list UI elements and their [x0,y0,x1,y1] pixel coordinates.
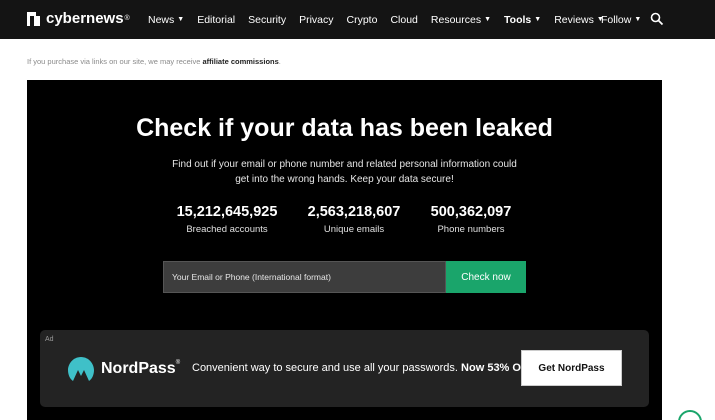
email-phone-input[interactable]: Your Email or Phone (International forma… [163,261,446,293]
stat-unique-emails: 2,563,218,607 Unique emails [289,204,419,235]
affiliate-prefix: If you purchase via links on our site, w… [27,57,203,66]
search-icon[interactable] [650,12,664,26]
nav-item-label: Tools [504,13,532,26]
stat-value: 15,212,645,925 [176,204,278,220]
ad-text: Convenient way to secure and use all you… [192,362,538,374]
nav-item-label: Editorial [197,13,236,26]
nav-item-resources[interactable]: Resources ▼ [431,14,491,26]
top-navbar: cybernews ® News ▼ Editorial Security Privac… [0,0,715,39]
nav-item-crypto[interactable]: Crypto [347,14,378,26]
input-placeholder: Your Email or Phone (International forma… [172,272,331,282]
nordpass-ad-banner[interactable]: Ad NordPass® Convenient way to secure an… [40,330,649,407]
nav-item-reviews[interactable]: Reviews ▼ [554,14,604,26]
nordpass-tm: ® [175,360,181,366]
nav-item-label: News [148,13,175,26]
main-nav: News ▼ Editorial Security Privacy Crypto Cloud… [148,0,617,39]
stat-label: Unique emails [323,224,385,235]
brand-name: cybernews [46,10,124,27]
nav-item-label: Crypto [346,13,378,26]
nav-item-label: Security [248,13,287,26]
nav-item-label: Resources [430,13,482,26]
follow-label: Follow [601,13,632,26]
nav-item-privacy[interactable]: Privacy [299,14,333,26]
affiliate-suffix: . [278,57,281,66]
nordpass-logo-icon [68,357,94,381]
nav-item-label: Cloud [390,13,418,26]
nav-item-label: Privacy [299,13,334,26]
stat-label: Breached accounts [186,224,268,235]
chevron-down-icon: ▼ [484,16,492,23]
cybernews-logo[interactable]: cybernews ® [27,10,130,27]
nav-item-tools[interactable]: Tools ▼ [504,14,541,26]
nav-item-news[interactable]: News ▼ [148,14,184,26]
affiliate-notice: If you purchase via links on our site, w… [27,57,281,66]
check-now-button[interactable]: Check now [446,261,526,293]
ad-label: Ad [45,336,54,343]
nav-item-editorial[interactable]: Editorial [197,14,235,26]
stat-value: 2,563,218,607 [307,204,401,220]
chevron-down-icon: ▼ [634,16,642,23]
stat-breached-accounts: 15,212,645,925 Breached accounts [162,204,292,235]
nav-item-cloud[interactable]: Cloud [390,14,417,26]
help-badge-icon[interactable] [678,410,702,420]
nordpass-brand-name: NordPass [101,360,176,377]
stat-label: Phone numbers [437,224,505,235]
nav-item-security[interactable]: Security [248,14,286,26]
stat-phone-numbers: 500,362,097 Phone numbers [406,204,536,235]
brand-reg: ® [124,15,130,22]
get-nordpass-button[interactable]: Get NordPass [521,350,622,386]
hero-title: Check if your data has been leaked [136,114,553,142]
hero-subtitle: Find out if your email or phone number a… [172,159,517,185]
chevron-down-icon: ▼ [534,16,542,23]
stat-value: 500,362,097 [430,204,512,220]
logo-mark-icon [27,11,40,26]
nordpass-brand: NordPass® [101,360,180,378]
nav-item-label: Reviews [554,13,594,26]
ad-text-main: Convenient way to secure and use all you… [192,362,462,374]
affiliate-link[interactable]: affiliate commissions [203,57,279,66]
follow-menu[interactable]: Follow ▼ [601,0,641,39]
chevron-down-icon: ▼ [177,16,185,23]
